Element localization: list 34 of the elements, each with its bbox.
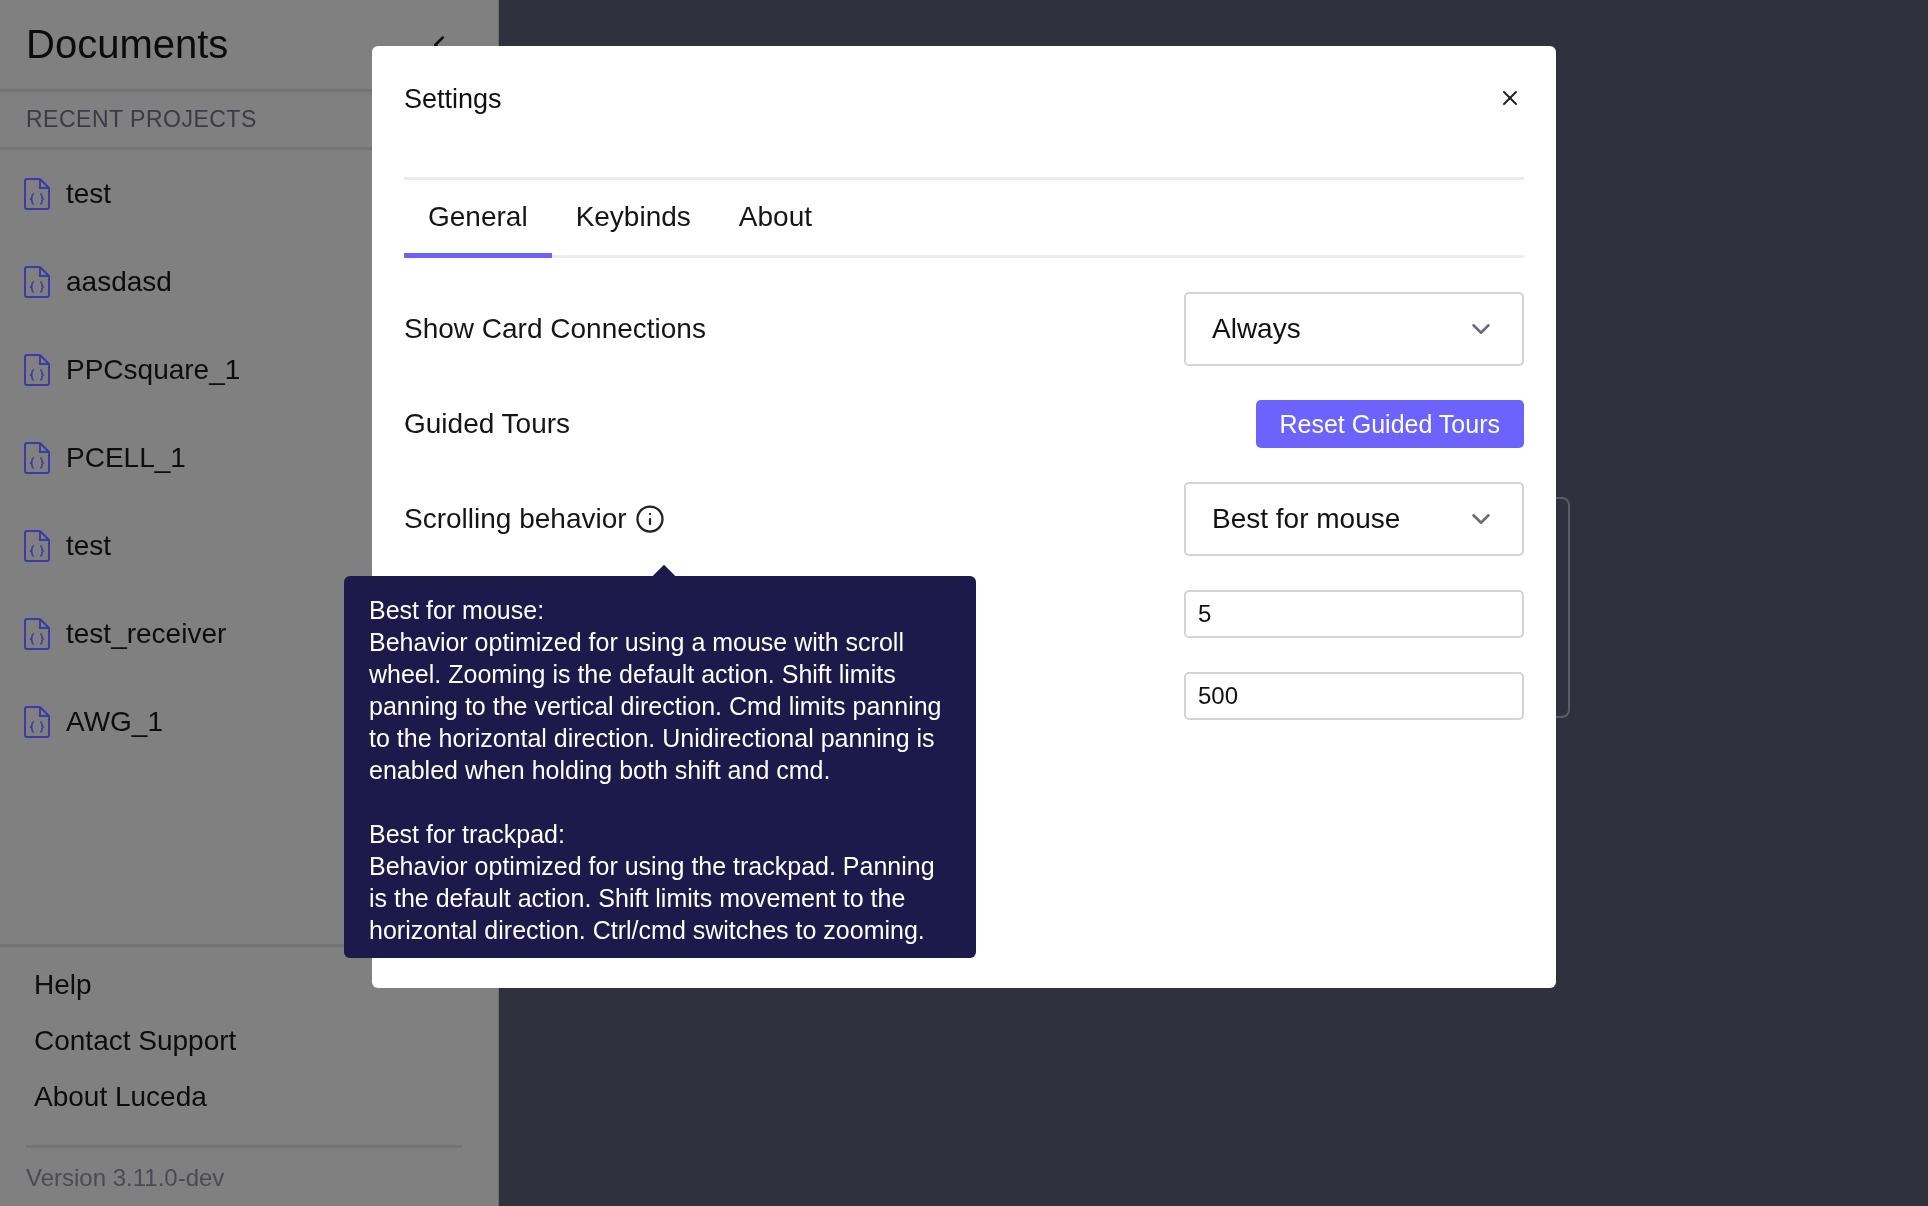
dropdown[interactable]: Best for mouse (1184, 482, 1524, 556)
reset-button[interactable]: Reset Guided Tours (1255, 400, 1524, 448)
code-file-icon (24, 442, 50, 474)
footer-link[interactable]: Help (0, 957, 92, 1013)
tooltip-text: Best for mouse: Behavior optimized for using a mouse with scroll wheel. Zooming is the default action. Shift limits panning to the vertical direction. Cmd limits panning to the horizontal direction. Unidirectional panning is enabled when holding both shift and cmd. (369, 595, 943, 786)
setting-label: Show Card Connections (404, 313, 706, 345)
code-file-icon (24, 530, 50, 562)
tab[interactable]: About (714, 180, 836, 258)
project-name: PPCsquare_1 (66, 354, 241, 386)
project-name: test (66, 178, 112, 210)
project-name: PCELL_1 (66, 442, 186, 474)
code-file-icon (24, 178, 50, 210)
tooltip-text: Best for trackpad: Behavior optimized for using the trackpad. Panning is the default action. Shift limits movement to the horizontal direction. Ctrl/cmd switches to zooming. (369, 819, 936, 946)
info-icon[interactable] (634, 504, 665, 534)
section-label: RECENT PROJECTS (26, 106, 257, 133)
code-file-icon (24, 266, 50, 298)
code-file-icon (24, 706, 50, 738)
footer-link[interactable]: Contact Support (0, 1013, 237, 1069)
tab[interactable]: General (404, 180, 552, 258)
setting-label: Guided Tours (404, 408, 571, 440)
code-file-icon (24, 618, 50, 650)
input-field[interactable]: 5 (1184, 590, 1524, 638)
input-field[interactable]: 500 (1184, 672, 1524, 720)
sidebar-title: Documents (26, 22, 229, 67)
tab[interactable]: Keybinds (551, 180, 715, 258)
dropdown[interactable]: Always (1184, 292, 1524, 366)
footer-link[interactable]: About Luceda (0, 1069, 207, 1125)
project-name: test (66, 530, 112, 562)
dialog-title: Settings (404, 84, 502, 115)
project-name: aasdasd (66, 266, 172, 298)
project-name: test_receiver (66, 618, 227, 650)
project-name: AWG_1 (66, 706, 163, 738)
setting-label: Scrolling behavior (404, 503, 627, 535)
code-file-icon (24, 354, 50, 386)
